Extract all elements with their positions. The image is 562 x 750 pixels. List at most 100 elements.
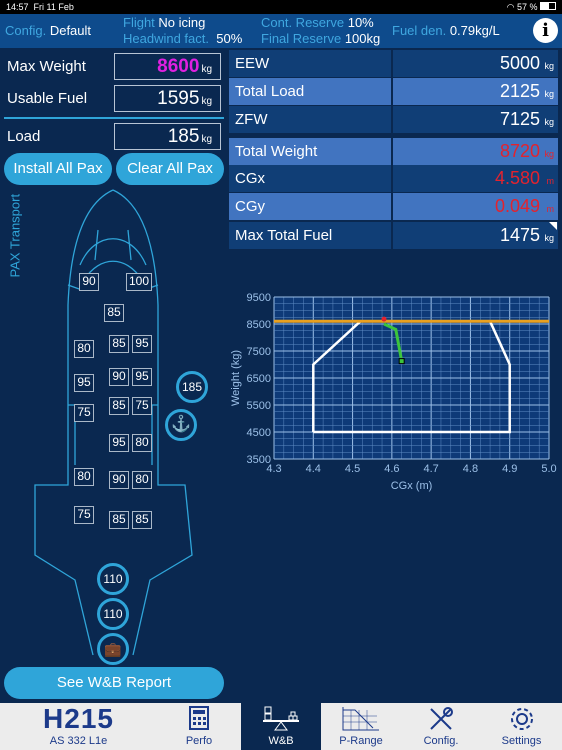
- seat[interactable]: 95: [132, 368, 152, 386]
- install-all-pax-button[interactable]: Install All Pax: [4, 153, 112, 185]
- summary-row-total-weight: Total Weight 8720 kg: [229, 138, 558, 165]
- h215-logo: H215: [43, 703, 114, 734]
- corner-indicator: [549, 222, 557, 230]
- row-value: 4.580 m: [494, 168, 554, 188]
- tab-p-range[interactable]: P-Range: [321, 703, 401, 750]
- column-divider: [391, 222, 393, 249]
- y-tick-label: 6500: [247, 373, 271, 385]
- row-value: 1475 kg: [499, 225, 554, 245]
- summary-row-zfw: ZFW 7125 kg: [229, 106, 558, 133]
- rear-station-1[interactable]: 110: [97, 563, 129, 595]
- seat[interactable]: 95: [109, 434, 129, 452]
- max-weight-field[interactable]: 8600 kg: [114, 53, 221, 80]
- headwind-info[interactable]: Headwind fact. 50%: [123, 31, 242, 46]
- y-tick-label: 4500: [247, 427, 271, 439]
- baggage-icon[interactable]: 💼: [97, 633, 129, 665]
- final-reserve-info[interactable]: Final Reserve 100kg: [261, 31, 380, 46]
- seat[interactable]: 80: [132, 434, 152, 452]
- divider: [4, 117, 224, 119]
- usable-fuel-label: Usable Fuel: [7, 90, 88, 107]
- battery-icon: [540, 1, 556, 10]
- column-divider: [391, 78, 393, 105]
- zfw-point: [398, 358, 405, 365]
- row-label: Max Total Fuel: [235, 227, 333, 244]
- seat[interactable]: 100: [126, 273, 152, 291]
- tab-wb[interactable]: W&B: [241, 703, 321, 750]
- row-value: 0.049 m: [494, 196, 554, 216]
- row-label: CGy: [235, 198, 265, 215]
- seat[interactable]: 75: [74, 506, 94, 524]
- fuel-density-info[interactable]: Fuel den. 0.79kg/L: [392, 23, 500, 38]
- max-weight-label: Max Weight: [7, 58, 86, 75]
- tab-config[interactable]: Config.: [401, 703, 481, 750]
- row-value: 8720 kg: [499, 141, 554, 161]
- seat[interactable]: 75: [132, 397, 152, 415]
- balance-icon: [263, 706, 299, 731]
- info-icon[interactable]: i: [533, 18, 558, 43]
- x-tick-label: 4.6: [384, 463, 399, 475]
- row-value: 2125 kg: [499, 81, 554, 101]
- tab-settings[interactable]: Settings: [481, 703, 562, 750]
- cont-reserve-info[interactable]: Cont. Reserve 10%: [261, 15, 374, 30]
- load-field[interactable]: 185 kg: [114, 123, 221, 150]
- seat[interactable]: 85: [109, 397, 129, 415]
- config-info[interactable]: Config. Default: [5, 23, 91, 38]
- rear-station-2[interactable]: 110: [97, 598, 129, 630]
- usable-fuel-field[interactable]: 1595 kg: [114, 85, 221, 112]
- gear-icon: [510, 708, 533, 730]
- summary-row-eew: EEW 5000 kg: [229, 50, 558, 77]
- seat[interactable]: 80: [74, 340, 94, 358]
- load-label: Load: [7, 128, 41, 145]
- y-tick-label: 3500: [247, 454, 271, 466]
- x-tick-label: 4.8: [463, 463, 478, 475]
- column-divider: [391, 106, 393, 133]
- clear-all-pax-button[interactable]: Clear All Pax: [116, 153, 224, 185]
- y-tick-label: 7500: [247, 346, 271, 358]
- battery-level: 57 %: [516, 1, 538, 12]
- seat[interactable]: 95: [74, 374, 94, 392]
- seat[interactable]: 85: [109, 511, 129, 529]
- row-value: 7125 kg: [499, 109, 554, 129]
- seat[interactable]: 85: [132, 511, 152, 529]
- y-axis-label: Weight (kg): [230, 350, 242, 406]
- summary-row-cgx: CGx 4.580 m: [229, 165, 558, 192]
- column-divider: [391, 193, 393, 220]
- hoist-icon[interactable]: ⚓: [165, 409, 197, 441]
- status-bar: 14:57 Fri 11 Feb ◠ 57 %: [0, 0, 562, 14]
- calculator-icon: [189, 706, 209, 730]
- seat[interactable]: 80: [74, 468, 94, 486]
- seat[interactable]: 90: [109, 471, 129, 489]
- summary-row-total-load: Total Load 2125 kg: [229, 78, 558, 105]
- x-axis-label: CGx (m): [391, 480, 433, 492]
- flight-info[interactable]: Flight No icing: [123, 15, 205, 30]
- x-tick-label: 5.0: [541, 463, 556, 475]
- row-value: 5000 kg: [499, 53, 554, 73]
- tab-aircraft[interactable]: H215 AS 332 L1e: [0, 703, 157, 750]
- seat[interactable]: 80: [132, 471, 152, 489]
- tab-perfo[interactable]: Perfo: [157, 703, 241, 750]
- tools-icon: [430, 707, 453, 730]
- time: 14:57: [6, 2, 29, 12]
- row-label: CGx: [235, 170, 265, 187]
- seat[interactable]: 75: [74, 404, 94, 422]
- seat[interactable]: 90: [109, 368, 129, 386]
- x-tick-label: 4.4: [306, 463, 321, 475]
- seat[interactable]: 95: [132, 335, 152, 353]
- header-bar: Config. Default Flight No icing Headwind…: [0, 14, 562, 48]
- row-label: ZFW: [235, 111, 268, 128]
- cg-envelope-chart: 4.3 4.4 4.5 4.6 4.7 4.8 4.9 5.03500450055006500…: [230, 292, 557, 492]
- x-tick-label: 4.5: [345, 463, 360, 475]
- row-label: EEW: [235, 55, 270, 72]
- row-label: Total Weight: [235, 143, 318, 160]
- hoist-load-station[interactable]: 185: [176, 371, 208, 403]
- y-tick-label: 8500: [247, 319, 271, 331]
- see-report-button[interactable]: See W&B Report: [4, 667, 224, 699]
- current-cg-point: [381, 316, 387, 322]
- seat[interactable]: 90: [79, 273, 99, 291]
- column-divider: [391, 165, 393, 192]
- range-chart-icon: [342, 707, 379, 731]
- tab-bar: H215 AS 332 L1e Perfo W&B P-Range Config…: [0, 703, 562, 750]
- seat[interactable]: 85: [104, 304, 124, 322]
- column-divider: [391, 50, 393, 77]
- seat[interactable]: 85: [109, 335, 129, 353]
